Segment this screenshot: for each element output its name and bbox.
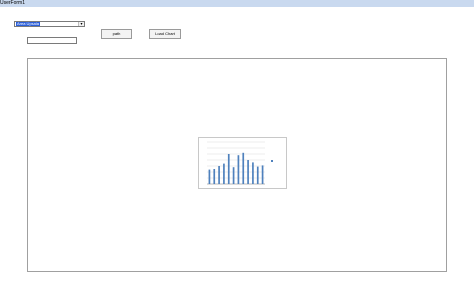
area-combobox[interactable]: Area Upsala ▾	[14, 21, 85, 27]
chart-bar	[242, 152, 245, 184]
chart-bar	[261, 165, 264, 184]
chart-bar	[213, 169, 216, 184]
legend-marker	[271, 160, 273, 162]
title-bar: UserForm1	[0, 0, 474, 7]
chart-bar	[218, 166, 220, 184]
window-title: UserForm1	[0, 0, 26, 6]
chart-bar	[223, 163, 225, 184]
chart-bar	[208, 169, 211, 184]
chevron-down-icon[interactable]: ▾	[78, 22, 84, 26]
combobox-selected-value: Area Upsala	[16, 21, 41, 26]
chart-bar	[227, 154, 230, 184]
path-button[interactable]: path	[101, 29, 132, 39]
chart-bar	[237, 155, 240, 184]
chart-image	[198, 137, 287, 189]
path-textbox[interactable]	[27, 37, 77, 44]
chart-svg	[207, 141, 273, 185]
chart-bar	[247, 160, 249, 184]
chart-bar	[252, 162, 254, 184]
chart-frame	[27, 58, 447, 272]
chart-bar	[232, 167, 235, 184]
chart-bar	[256, 166, 259, 184]
load-chart-button[interactable]: Load Chart	[149, 29, 181, 39]
